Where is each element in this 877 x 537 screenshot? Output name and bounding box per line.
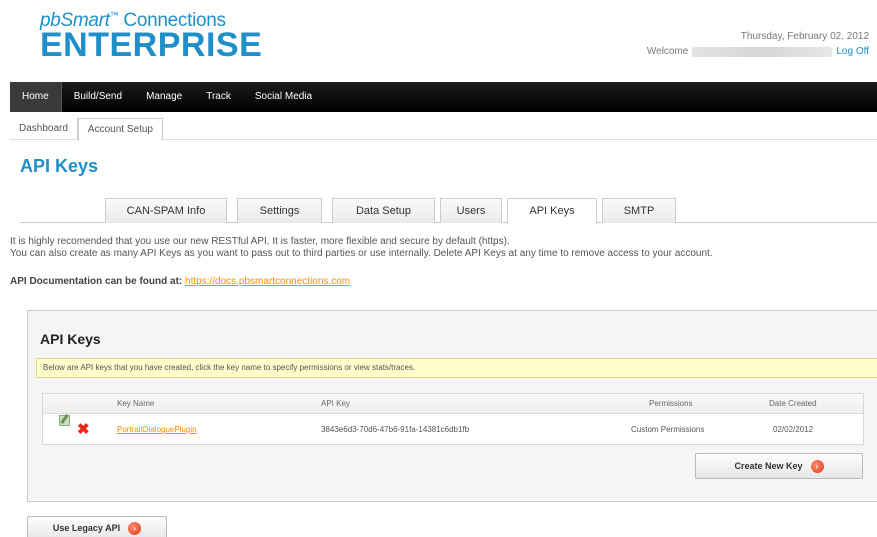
sub-nav: Dashboard Account Setup <box>10 118 163 140</box>
tab-api-keys[interactable]: API Keys <box>507 198 597 224</box>
current-date: Thursday, February 02, 2012 <box>740 31 869 42</box>
intro-line-1: It is highly recomended that you use our… <box>10 236 510 247</box>
use-legacy-api-label: Use Legacy API <box>52 523 121 533</box>
panel-title: API Keys <box>40 331 101 347</box>
nav-build-send[interactable]: Build/Send <box>62 82 134 112</box>
api-key-value: 3843e6d3-70d6-47b6-91fa-14381c6db1fb <box>321 425 470 434</box>
logoff-link[interactable]: Log Off <box>836 46 869 57</box>
arrow-right-icon: › <box>128 521 142 535</box>
tab-smtp[interactable]: SMTP <box>602 198 676 223</box>
logo-main: ENTERPRISE <box>40 26 263 64</box>
nav-manage[interactable]: Manage <box>134 82 194 112</box>
subnav-account-setup[interactable]: Account Setup <box>77 118 163 140</box>
create-new-key-label: Create New Key <box>734 461 803 471</box>
key-name-link[interactable]: PortraitDialoguePlugin <box>117 415 197 445</box>
logo[interactable]: pbSmart™ Connections ENTERPRISE <box>40 10 263 64</box>
create-new-key-button[interactable]: Create New Key › <box>695 453 863 479</box>
intro-line-2: You can also create as many API Keys as … <box>10 248 713 259</box>
logo-tm: ™ <box>109 10 119 20</box>
nav-track[interactable]: Track <box>194 82 243 112</box>
use-legacy-api-button[interactable]: Use Legacy API › <box>27 516 167 537</box>
api-keys-panel: API Keys Below are API keys that you hav… <box>27 310 877 502</box>
tab-users[interactable]: Users <box>440 198 502 223</box>
edit-icon[interactable] <box>59 415 70 426</box>
nav-home[interactable]: Home <box>10 82 62 112</box>
table-header: Key Name API Key Permissions Date Create… <box>43 394 863 414</box>
permissions-value: Custom Permissions <box>631 425 705 434</box>
col-permissions: Permissions <box>649 399 693 408</box>
tab-can-spam-info[interactable]: CAN-SPAM Info <box>105 198 227 223</box>
nav-social-media[interactable]: Social Media <box>243 82 324 112</box>
col-key-name: Key Name <box>117 399 155 408</box>
notice-bar: Below are API keys that you have created… <box>36 358 877 378</box>
col-api-key: API Key <box>321 399 350 408</box>
tab-data-setup[interactable]: Data Setup <box>332 198 435 223</box>
api-doc-line: API Documentation can be found at: https… <box>10 276 350 287</box>
api-doc-label: API Documentation can be found at: <box>10 276 183 287</box>
header: pbSmart™ Connections ENTERPRISE Thursday… <box>0 0 877 80</box>
table-row: ✖ PortraitDialoguePlugin 3843e6d3-70d6-4… <box>43 415 863 445</box>
welcome-bar: Welcome Log Off <box>647 46 869 57</box>
welcome-label: Welcome <box>646 46 689 57</box>
page-title: API Keys <box>20 156 99 176</box>
arrow-right-icon: › <box>810 459 824 473</box>
settings-tabs: CAN-SPAM Info Settings Data Setup Users … <box>20 198 877 224</box>
main-nav: Home Build/Send Manage Track Social Medi… <box>10 82 877 112</box>
intro-text: It is highly recomended that you use our… <box>10 236 877 260</box>
subnav-dashboard[interactable]: Dashboard <box>10 118 78 140</box>
col-date-created: Date Created <box>769 399 817 408</box>
user-name-redacted <box>692 46 833 57</box>
api-keys-table: Key Name API Key Permissions Date Create… <box>42 393 864 445</box>
delete-icon[interactable]: ✖ <box>77 415 90 445</box>
tab-settings[interactable]: Settings <box>237 198 322 223</box>
date-created-value: 02/02/2012 <box>773 425 814 434</box>
api-doc-link[interactable]: https://docs.pbsmartconnections.com <box>185 276 350 287</box>
